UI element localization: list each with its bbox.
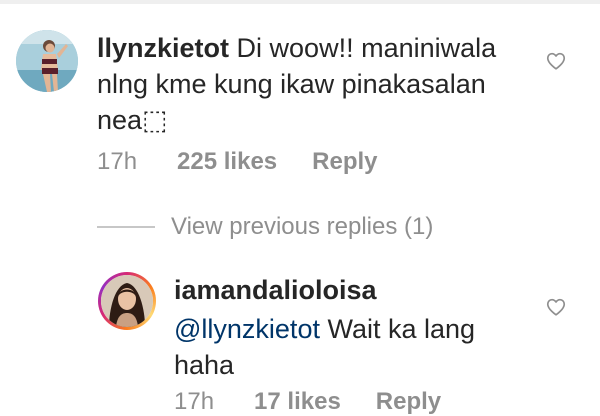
comment-body: llynzkietot Di woow!! maniniwala nlng km… — [97, 30, 547, 138]
reply-body: @llynzkietot Wait ka lang haha — [174, 311, 534, 383]
reply-likes[interactable]: 17 likes — [254, 388, 341, 416]
mention-link[interactable]: @llynzkietot — [174, 314, 320, 344]
view-previous-replies-button[interactable]: View previous replies (1) — [97, 210, 433, 244]
profile-photo-icon — [16, 30, 78, 92]
reply-meta: 17h 17 likes Reply — [174, 388, 441, 416]
reply-button[interactable]: Reply — [376, 388, 441, 416]
comment-timestamp: 17h — [97, 148, 138, 175]
avatar — [101, 275, 153, 327]
comment-likes[interactable]: 225 likes — [177, 148, 277, 176]
comment-username[interactable]: llynzkietot — [97, 33, 229, 63]
like-heart-icon[interactable] — [545, 296, 567, 318]
view-previous-replies-label: View previous replies (1) — [171, 213, 434, 240]
reply-username[interactable]: iamandalioloisa — [174, 275, 377, 306]
reply-button[interactable]: Reply — [312, 148, 377, 176]
like-heart-icon[interactable] — [545, 50, 567, 72]
replies-divider-line — [97, 226, 155, 228]
profile-photo-icon — [101, 275, 153, 327]
avatar[interactable] — [16, 30, 78, 92]
reply-timestamp: 17h — [174, 388, 215, 415]
story-ring-avatar[interactable] — [98, 272, 156, 330]
comment-meta: 17h 225 likes Reply — [97, 147, 378, 177]
